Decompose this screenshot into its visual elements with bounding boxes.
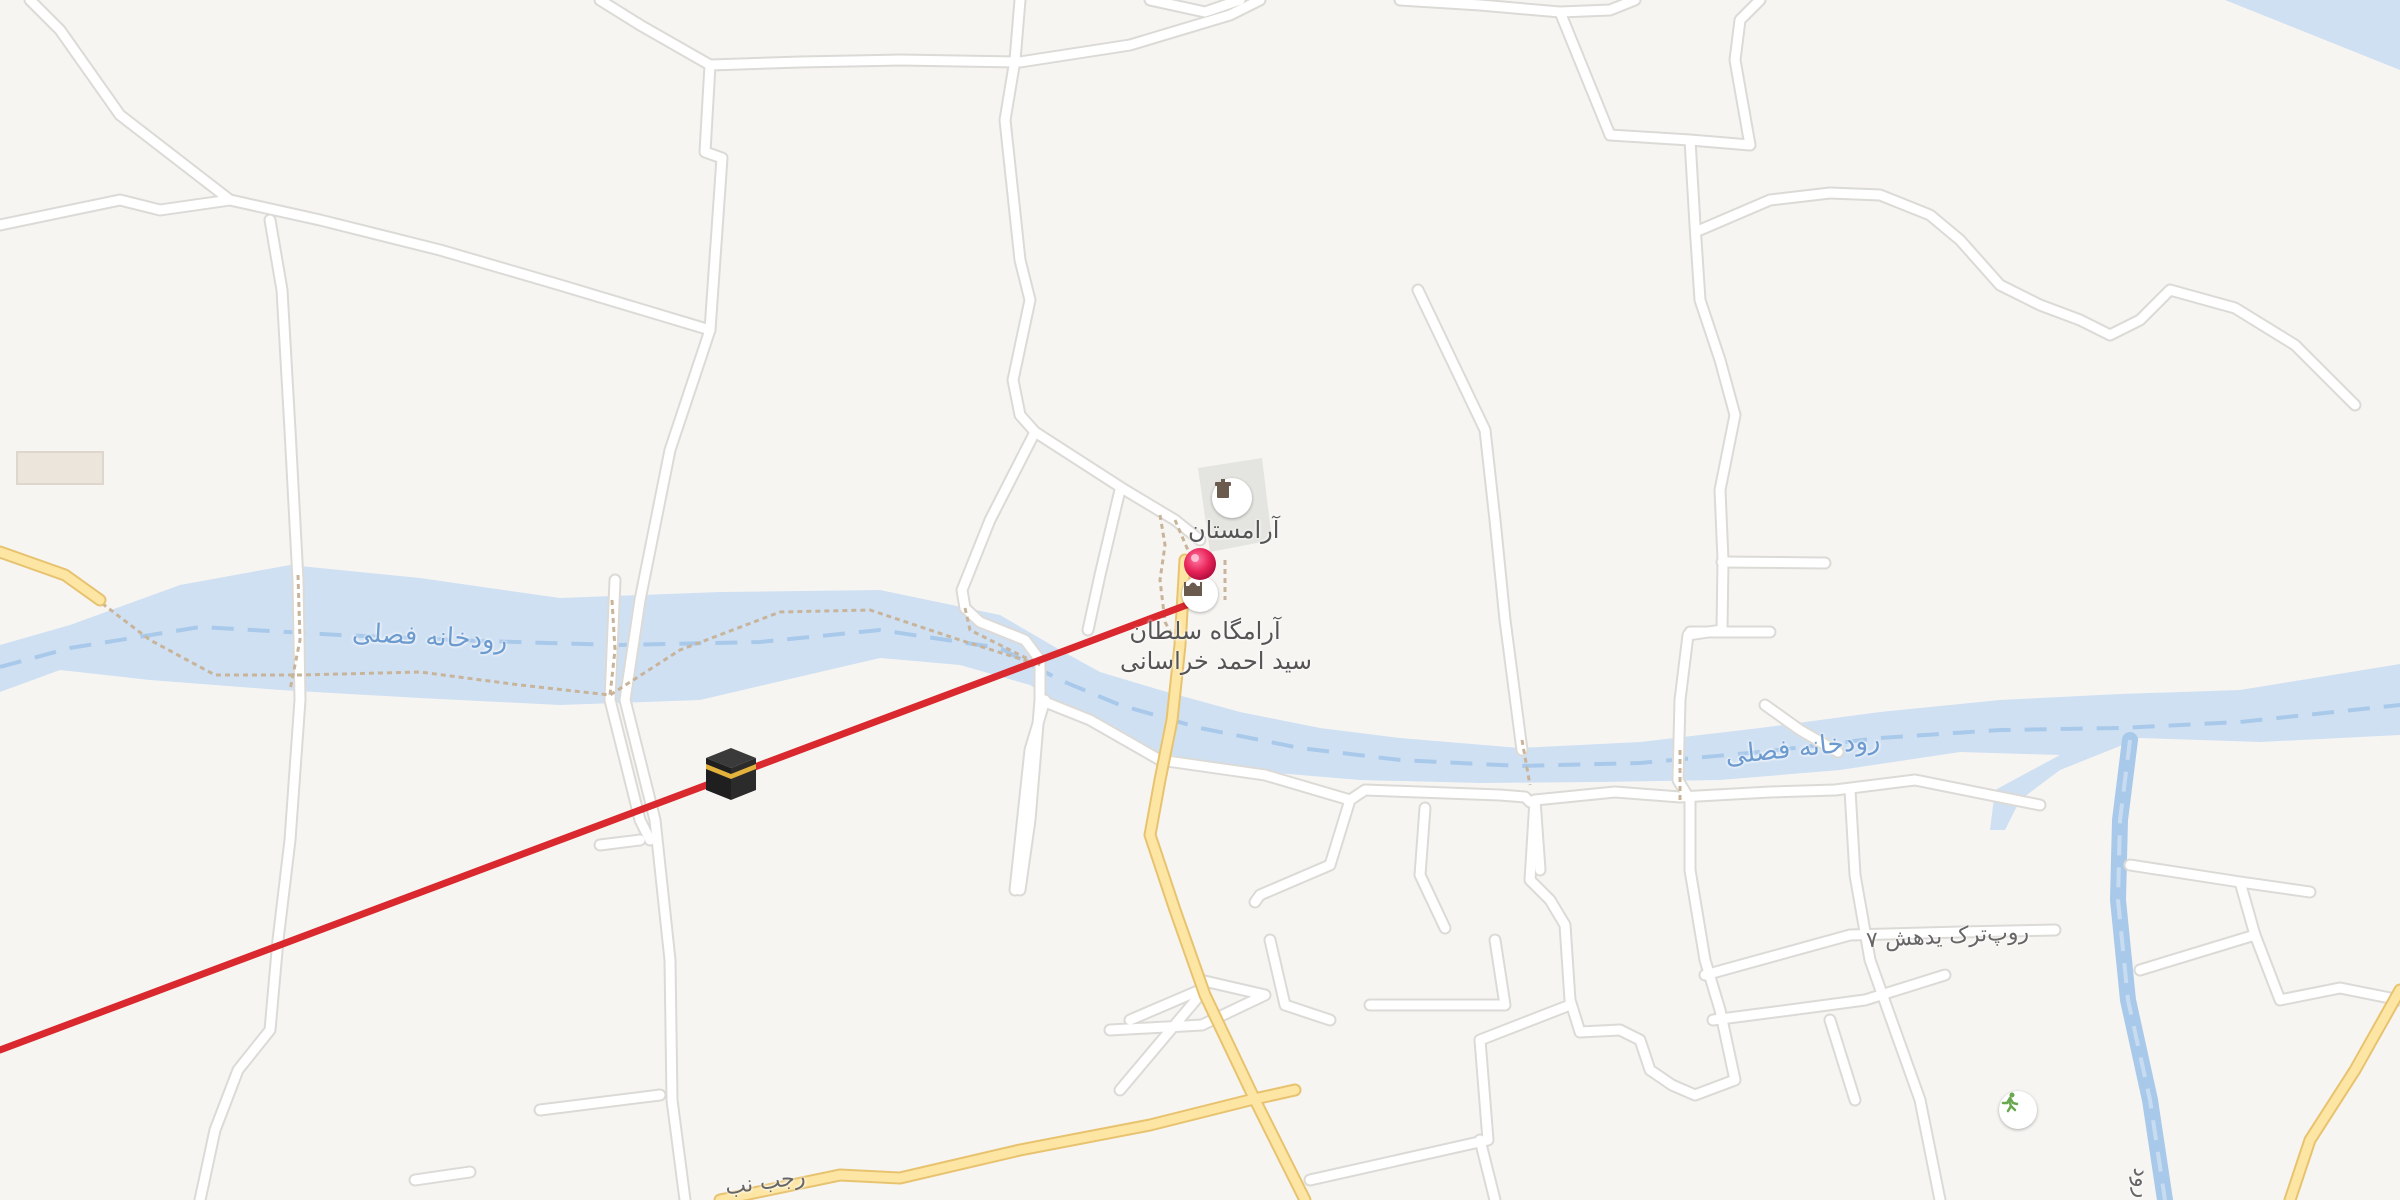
mausoleum-label-line1: آرامگاه سلطان [1129, 617, 1281, 645]
running-person-glyph [2001, 1092, 2019, 1113]
mausoleum-label[interactable]: آرامگاه سلطان سید احمد خراسانی [1120, 616, 1313, 676]
water-top-right [2225, 0, 2400, 70]
mausoleum-label-line2: سید احمد خراسانی [1120, 647, 1313, 675]
map-canvas[interactable]: رودخانه فصلی رودخانه فصلی آرامستان آرامگ… [0, 0, 2400, 1200]
running-person-icon[interactable] [1999, 1091, 2037, 1129]
cemetery-icon[interactable] [1212, 478, 1252, 518]
location-pin-glyph [1184, 548, 1216, 580]
cemetery-icon-glyph [1215, 479, 1231, 498]
cemetery-label[interactable]: آرامستان [1188, 515, 1279, 545]
street-label-far-right: رود [2127, 1166, 2156, 1199]
building-west [16, 451, 104, 485]
kaaba-icon[interactable] [704, 746, 758, 802]
kaaba-icon-glyph [706, 748, 756, 800]
location-pin-icon[interactable] [1182, 546, 1218, 582]
